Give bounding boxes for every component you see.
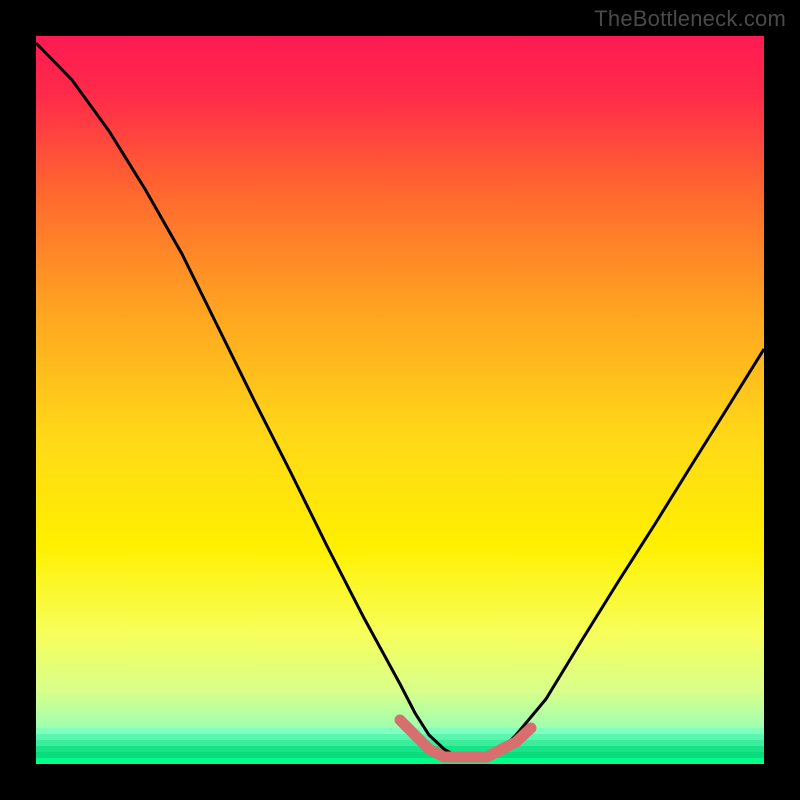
curve-layer <box>36 36 764 764</box>
optimal-zone-line <box>400 720 531 757</box>
plot-area <box>36 36 764 764</box>
watermark-text: TheBottleneck.com <box>594 6 786 32</box>
chart-frame: TheBottleneck.com <box>0 0 800 800</box>
bottleneck-curve-path <box>36 43 764 757</box>
